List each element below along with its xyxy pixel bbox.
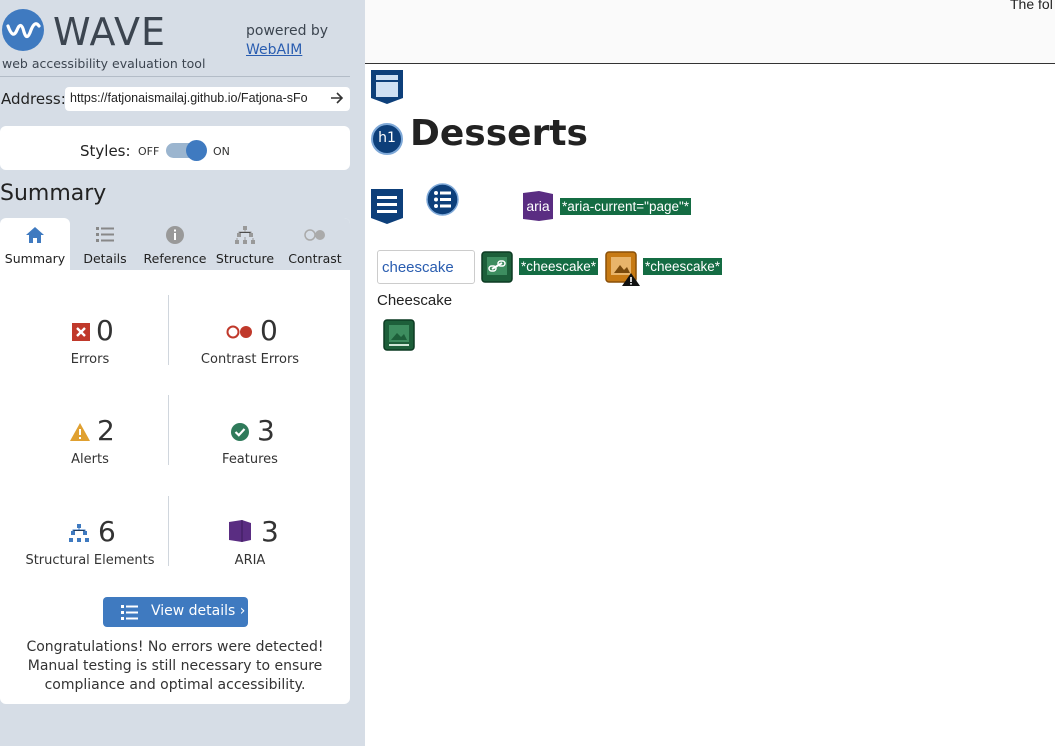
styles-label: Styles:	[80, 142, 131, 160]
list-icon	[121, 605, 138, 620]
wave-sidebar: WAVE web accessibility evaluation tool p…	[0, 0, 365, 746]
check-icon	[231, 423, 249, 441]
address-input[interactable]: https://fatjonaismailaj.github.io/Fatjon…	[70, 91, 320, 105]
stat-contrast-errors-label: Contrast Errors	[200, 352, 300, 367]
styles-on-label: ON	[213, 145, 230, 158]
view-details-button[interactable]: View details ›	[103, 597, 248, 627]
stat-aria-label: ARIA	[234, 553, 266, 568]
congrats-message: Congratulations! No errors were detected…	[26, 639, 324, 693]
webaim-link[interactable]: WebAIM	[246, 42, 302, 58]
wave-logo-text: WAVE	[53, 10, 167, 54]
image-alt-text: cheescake	[382, 259, 454, 276]
tab-label: Details	[83, 251, 127, 266]
styles-toggle-knob[interactable]	[186, 140, 207, 161]
suspicious-alt-alert-icon[interactable]	[605, 251, 641, 287]
error-icon	[72, 323, 90, 341]
stat-errors-count: 0	[96, 314, 114, 347]
stat-features-count: 3	[257, 414, 275, 447]
address-label: Address:	[1, 90, 66, 108]
styles-off-label: OFF	[138, 145, 160, 158]
header-divider	[0, 76, 350, 77]
stat-alerts[interactable]: 2 Alerts	[0, 416, 160, 496]
tab-structure[interactable]: Structure	[210, 218, 280, 270]
stat-structural-count: 6	[98, 515, 116, 548]
address-field[interactable]: https://fatjonaismailaj.github.io/Fatjon…	[65, 87, 350, 111]
aria-current-label: *aria-current="page"*	[560, 198, 692, 215]
summary-panel: Summary Details Reference Structure Cont…	[0, 218, 350, 704]
tab-label: Contrast	[288, 251, 342, 266]
stat-features-label: Features	[222, 452, 278, 467]
h1-badge-icon[interactable]: h1	[371, 123, 403, 155]
arrow-right-icon[interactable]	[330, 89, 344, 111]
aria-badge-label: aria	[526, 198, 550, 214]
aria-icon	[229, 520, 251, 542]
clipped-text: The fol	[1010, 0, 1053, 12]
navigation-region-icon[interactable]	[370, 188, 404, 225]
styles-toggle-card: Styles: OFF ON	[0, 126, 350, 170]
tab-label: Structure	[215, 251, 275, 266]
tab-reference[interactable]: Reference	[140, 218, 210, 270]
aria-icon[interactable]: aria	[522, 190, 554, 222]
panel-tabs: Summary Details Reference Structure Cont…	[0, 218, 350, 270]
header-region-icon[interactable]	[370, 69, 404, 105]
stat-contrast-errors-count: 0	[260, 314, 278, 347]
tab-contrast[interactable]: Contrast	[280, 218, 350, 270]
unordered-list-icon[interactable]	[426, 183, 459, 216]
stat-aria[interactable]: 3 ARIA	[160, 517, 320, 597]
stat-alerts-label: Alerts	[71, 452, 109, 467]
tab-summary[interactable]: Summary	[0, 218, 70, 270]
structure-icon	[69, 524, 89, 542]
stat-alerts-count: 2	[97, 414, 115, 447]
broken-image: cheescake	[377, 250, 475, 284]
h1-badge-label: h1	[378, 130, 396, 146]
stat-features[interactable]: 3 Features	[160, 416, 320, 496]
summary-title: Summary	[0, 181, 107, 206]
info-icon	[166, 226, 184, 244]
powered-by-text: powered by	[246, 23, 329, 39]
stat-errors-label: Errors	[70, 352, 110, 367]
powered-by: powered by WebAIM	[246, 22, 328, 60]
contrast-error-icon	[226, 325, 252, 339]
alert-icon	[70, 423, 90, 441]
tab-details[interactable]: Details	[70, 218, 140, 270]
stat-contrast-errors[interactable]: 0 Contrast Errors	[160, 316, 320, 396]
stat-aria-count: 3	[261, 515, 279, 548]
alt-text-label: *cheescake*	[643, 258, 723, 275]
contrast-icon	[304, 229, 325, 241]
linked-image-icon[interactable]	[481, 251, 513, 283]
structure-icon	[235, 226, 255, 244]
list-icon	[96, 227, 114, 242]
wave-subtitle: web accessibility evaluation tool	[2, 56, 206, 71]
stat-structural-label: Structural Elements	[25, 553, 155, 568]
page-heading: Desserts	[410, 113, 588, 154]
alt-text-label: *cheescake*	[519, 258, 599, 275]
home-icon	[26, 227, 44, 243]
image-caption: Cheescake	[377, 292, 453, 309]
page-top-bar: The fol	[365, 0, 1055, 64]
stat-errors[interactable]: 0 Errors	[0, 316, 160, 396]
tab-label: Summary	[4, 251, 66, 266]
image-with-alt-icon[interactable]	[383, 319, 415, 351]
tab-label: Reference	[143, 251, 207, 266]
wave-logo-icon	[2, 9, 44, 51]
view-details-label: View details ›	[151, 603, 246, 619]
evaluated-page: The fol h1 Desserts aria *aria-current="…	[365, 0, 1055, 746]
stat-structural[interactable]: 6 Structural Elements	[0, 517, 160, 597]
